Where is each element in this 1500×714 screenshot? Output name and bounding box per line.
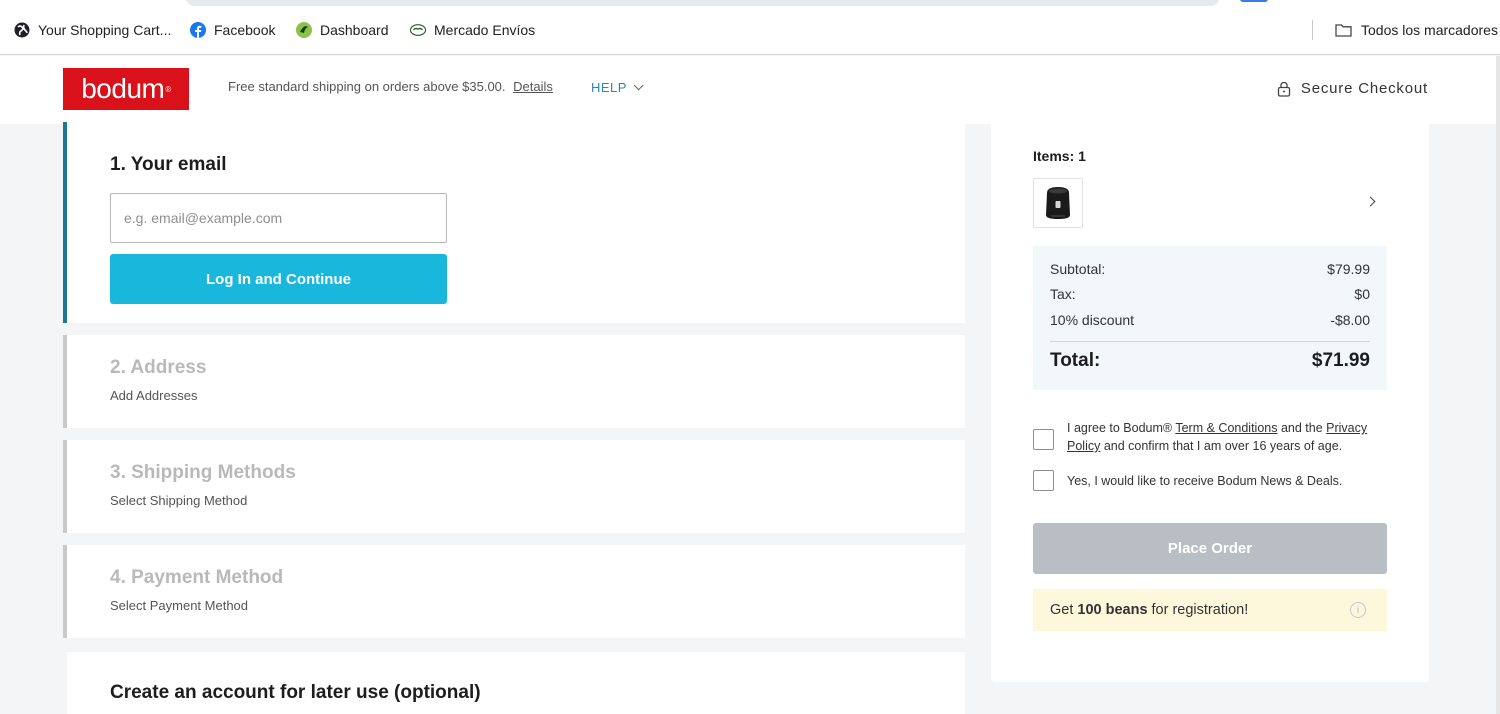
place-order-button[interactable]: Place Order xyxy=(1033,523,1387,574)
step-payment[interactable]: 4. Payment Method Select Payment Method xyxy=(63,545,965,638)
email-input[interactable] xyxy=(110,193,447,243)
step-shipping-title: 3. Shipping Methods xyxy=(110,462,296,483)
terms-checkbox[interactable] xyxy=(1033,429,1054,450)
globe-icon xyxy=(14,22,30,38)
mercado-icon xyxy=(410,24,426,36)
bookmarks-divider xyxy=(1312,20,1313,40)
totals-divider xyxy=(1050,341,1370,342)
bookmark-all-folder[interactable]: Todos los marcadores xyxy=(1334,20,1498,40)
info-icon[interactable]: i xyxy=(1350,602,1366,618)
facebook-icon xyxy=(190,22,206,38)
terms-text: I agree to Bodum® Term & Conditions and … xyxy=(1067,421,1368,453)
page-scrollbar[interactable] xyxy=(1496,56,1500,714)
step-shipping-subtitle: Select Shipping Method xyxy=(110,493,248,508)
step-payment-subtitle: Select Payment Method xyxy=(110,598,249,613)
beans-banner: Get 100 beans for registration! i xyxy=(1033,589,1387,631)
terms-link[interactable]: Term & Conditions xyxy=(1175,421,1277,435)
newsletter-text: Yes, I would like to receive Bodum News … xyxy=(1067,474,1343,488)
step-payment-title: 4. Payment Method xyxy=(110,567,284,588)
browser-action-button[interactable] xyxy=(1240,0,1268,2)
secure-checkout: Secure Checkout xyxy=(1277,80,1428,97)
step-email: 1. Your email Log In and Continue xyxy=(63,122,965,323)
chevron-right-icon[interactable] xyxy=(1365,196,1376,207)
bookmark-shopping-cart[interactable]: Your Shopping Cart... xyxy=(14,20,171,40)
folder-icon xyxy=(1335,24,1352,37)
totals-box: Subtotal: $79.99 Tax: $0 10% discount -$… xyxy=(1033,246,1387,390)
lock-icon xyxy=(1277,81,1291,97)
site-header: bodum ® Free standard shipping on orders … xyxy=(0,56,1500,124)
bookmark-dashboard[interactable]: Dashboard xyxy=(296,20,389,40)
address-bar[interactable] xyxy=(185,0,1220,6)
promo-details-link[interactable]: Details xyxy=(513,79,553,94)
help-dropdown[interactable]: HELP xyxy=(591,80,644,95)
chevron-down-icon xyxy=(633,80,644,91)
bookmark-facebook[interactable]: Facebook xyxy=(190,20,275,40)
newsletter-checkbox[interactable] xyxy=(1033,470,1054,491)
discount-row: 10% discount -$8.00 xyxy=(1050,312,1370,328)
order-summary: Items: 1 Subtotal: $79.99 Tax: $0 10% di… xyxy=(991,122,1429,682)
login-continue-button[interactable]: Log In and Continue xyxy=(110,254,447,304)
create-account-section: Create an account for later use (optiona… xyxy=(67,652,965,714)
step-shipping[interactable]: 3. Shipping Methods Select Shipping Meth… xyxy=(63,440,965,533)
shipping-promo: Free standard shipping on orders above $… xyxy=(228,79,553,94)
tax-row: Tax: $0 xyxy=(1050,286,1370,302)
step-address-title: 2. Address xyxy=(110,357,207,378)
bodum-logo[interactable]: bodum ® xyxy=(63,68,189,110)
air-fryer-icon xyxy=(1046,187,1070,219)
items-count: Items: 1 xyxy=(1033,148,1086,164)
step-email-title: 1. Your email xyxy=(110,154,227,175)
total-row: Total: $71.99 xyxy=(1050,350,1370,371)
step-address[interactable]: 2. Address Add Addresses xyxy=(63,335,965,428)
product-thumbnail[interactable] xyxy=(1033,178,1083,228)
subtotal-row: Subtotal: $79.99 xyxy=(1050,261,1370,277)
create-account-title: Create an account for later use (optiona… xyxy=(110,682,481,703)
bookmarks-bar: Your Shopping Cart... Facebook Dashboard… xyxy=(0,0,1500,55)
bookmark-mercado-envios[interactable]: Mercado Envíos xyxy=(410,20,535,40)
step-address-subtitle: Add Addresses xyxy=(110,388,198,403)
dashboard-icon xyxy=(296,22,312,38)
